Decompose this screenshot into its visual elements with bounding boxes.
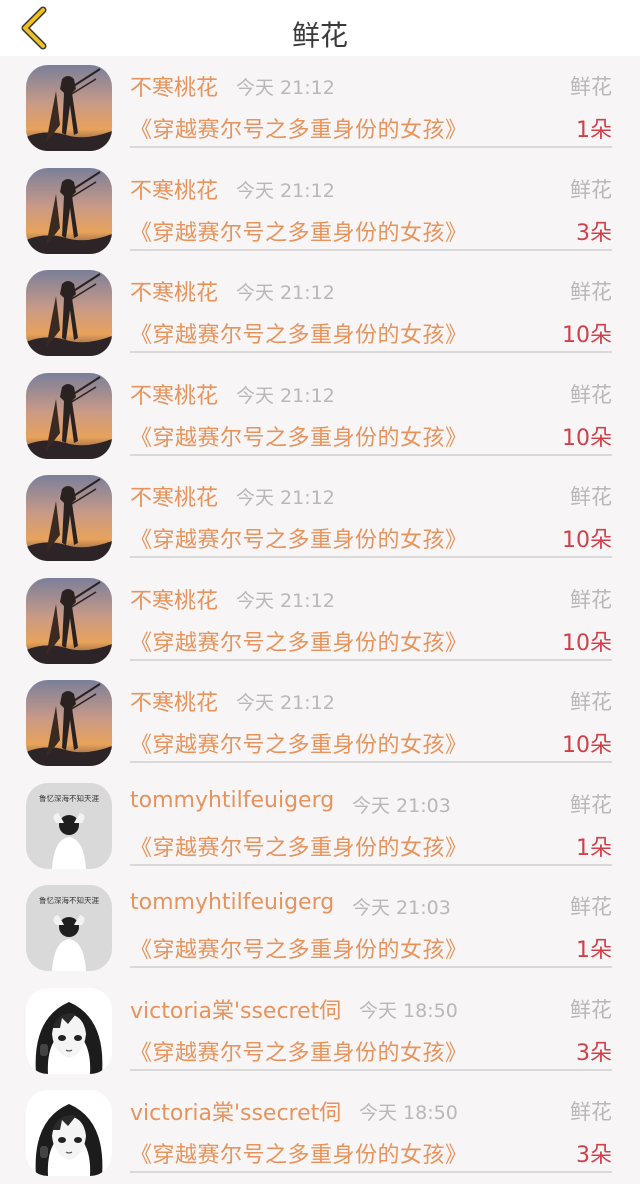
sender-name[interactable]: victoria棠'ssecret伺 — [130, 993, 341, 1025]
book-title[interactable]: 《穿越赛尔号之多重身份的女孩》 — [130, 522, 468, 554]
book-title[interactable]: 《穿越赛尔号之多重身份的女孩》 — [130, 317, 468, 349]
gift-type-label: 鲜花 — [570, 1100, 612, 1124]
book-title[interactable]: 《穿越赛尔号之多重身份的女孩》 — [130, 1137, 468, 1169]
divider — [130, 146, 612, 148]
avatar[interactable] — [26, 270, 112, 356]
sender-name[interactable]: 不寒桃花 — [130, 480, 218, 512]
avatar[interactable] — [26, 475, 112, 561]
avatar[interactable] — [26, 167, 112, 254]
book-title[interactable]: 《穿越赛尔号之多重身份的女孩》 — [130, 112, 468, 144]
avatar[interactable] — [26, 372, 112, 459]
list-item[interactable]: 不寒桃花 今天 21:12 鲜花 《穿越赛尔号之多重身份的女孩》 10朵 — [0, 671, 640, 774]
timestamp: 今天 21:12 — [236, 77, 335, 99]
timestamp: 今天 18:50 — [359, 1102, 458, 1124]
divider — [130, 556, 612, 558]
list-item[interactable]: 不寒桃花 今天 21:12 鲜花 《穿越赛尔号之多重身份的女孩》 10朵 — [0, 261, 640, 364]
book-title[interactable]: 《穿越赛尔号之多重身份的女孩》 — [130, 1035, 468, 1067]
list-item[interactable]: 不寒桃花 今天 21:12 鲜花 《穿越赛尔号之多重身份的女孩》 10朵 — [0, 466, 640, 569]
divider — [130, 351, 612, 353]
avatar[interactable] — [26, 65, 112, 151]
divider — [130, 658, 612, 661]
timestamp: 今天 18:50 — [359, 999, 458, 1022]
divider — [130, 761, 612, 763]
gift-count: 3朵 — [576, 1143, 612, 1168]
avatar-caption: 鲁忆深海不知天涯 — [39, 895, 99, 905]
book-title[interactable]: 《穿越赛尔号之多重身份的女孩》 — [130, 830, 468, 862]
sender-name[interactable]: 不寒桃花 — [130, 275, 218, 307]
gift-count: 10朵 — [562, 528, 612, 553]
gift-record-list: 不寒桃花 今天 21:12 鲜花 《穿越赛尔号之多重身份的女孩》 1朵 不寒桃花… — [0, 56, 640, 1184]
avatar[interactable] — [26, 577, 112, 664]
sender-name[interactable]: 不寒桃花 — [130, 378, 218, 410]
sender-name[interactable]: 不寒桃花 — [130, 173, 218, 205]
gift-count: 1朵 — [576, 835, 612, 861]
book-title[interactable]: 《穿越赛尔号之多重身份的女孩》 — [130, 625, 468, 657]
avatar[interactable] — [26, 680, 112, 766]
gift-type-label: 鲜花 — [570, 792, 612, 817]
gift-count: 1朵 — [576, 118, 612, 143]
gift-type-label: 鲜花 — [570, 485, 612, 509]
divider — [130, 453, 612, 456]
divider — [130, 966, 612, 968]
list-item[interactable]: 鲁忆深海不知天涯 tommyhtilfeuigerg 今天 21:03 鲜花 《… — [0, 876, 640, 979]
list-item[interactable]: 不寒桃花 今天 21:12 鲜花 《穿越赛尔号之多重身份的女孩》 3朵 — [0, 159, 640, 262]
avatar[interactable] — [26, 987, 112, 1074]
list-item[interactable]: 鲁忆深海不知天涯 tommyhtilfeuigerg 今天 21:03 鲜花 《… — [0, 774, 640, 877]
gift-type-label: 鲜花 — [570, 997, 612, 1022]
list-item[interactable]: victoria棠'ssecret伺 今天 18:50 鲜花 《穿越赛尔号之多重… — [0, 979, 640, 1082]
list-item[interactable]: victoria棠'ssecret伺 今天 18:50 鲜花 《穿越赛尔号之多重… — [0, 1081, 640, 1184]
sender-name[interactable]: 不寒桃花 — [130, 685, 218, 717]
book-title[interactable]: 《穿越赛尔号之多重身份的女孩》 — [130, 420, 468, 452]
gift-count: 10朵 — [562, 733, 612, 758]
gift-count: 10朵 — [562, 323, 612, 348]
timestamp: 今天 21:03 — [352, 897, 451, 919]
gift-count: 10朵 — [562, 425, 612, 451]
avatar-caption: 鲁忆深海不知天涯 — [39, 793, 99, 803]
avatar[interactable]: 鲁忆深海不知天涯 — [26, 782, 112, 869]
back-button[interactable] — [14, 6, 54, 50]
list-item[interactable]: 不寒桃花 今天 21:12 鲜花 《穿越赛尔号之多重身份的女孩》 1朵 — [0, 56, 640, 159]
gift-count: 10朵 — [562, 630, 612, 656]
sender-name[interactable]: 不寒桃花 — [130, 583, 218, 615]
avatar[interactable]: 鲁忆深海不知天涯 — [26, 885, 112, 971]
avatar[interactable] — [26, 1090, 112, 1176]
sender-name[interactable]: 不寒桃花 — [130, 70, 218, 102]
gift-count: 1朵 — [576, 938, 612, 963]
timestamp: 今天 21:12 — [236, 282, 335, 304]
timestamp: 今天 21:12 — [236, 384, 335, 407]
timestamp: 今天 21:03 — [352, 794, 451, 817]
gift-type-label: 鲜花 — [570, 75, 612, 99]
book-title[interactable]: 《穿越赛尔号之多重身份的女孩》 — [130, 727, 468, 759]
divider — [130, 248, 612, 251]
divider — [130, 1068, 612, 1071]
book-title[interactable]: 《穿越赛尔号之多重身份的女孩》 — [130, 932, 468, 964]
sender-name[interactable]: tommyhtilfeuigerg — [130, 788, 334, 813]
sender-name[interactable]: victoria棠'ssecret伺 — [130, 1095, 341, 1127]
sender-name[interactable]: tommyhtilfeuigerg — [130, 890, 334, 915]
timestamp: 今天 21:12 — [236, 179, 335, 202]
gift-count: 3朵 — [576, 1040, 612, 1066]
book-title[interactable]: 《穿越赛尔号之多重身份的女孩》 — [130, 215, 468, 247]
page-title: 鲜花 — [291, 19, 348, 52]
timestamp: 今天 21:12 — [236, 487, 335, 509]
list-item[interactable]: 不寒桃花 今天 21:12 鲜花 《穿越赛尔号之多重身份的女孩》 10朵 — [0, 569, 640, 672]
chevron-left-icon — [21, 6, 47, 50]
gift-type-label: 鲜花 — [570, 280, 612, 304]
gift-type-label: 鲜花 — [570, 895, 612, 919]
gift-type-label: 鲜花 — [570, 690, 612, 714]
gift-type-label: 鲜花 — [570, 587, 612, 612]
gift-type-label: 鲜花 — [570, 177, 612, 202]
divider — [130, 1171, 612, 1173]
gift-count: 3朵 — [576, 220, 612, 246]
list-item[interactable]: 不寒桃花 今天 21:12 鲜花 《穿越赛尔号之多重身份的女孩》 10朵 — [0, 364, 640, 467]
timestamp: 今天 21:12 — [236, 589, 335, 612]
top-bar: 鲜花 — [0, 0, 640, 56]
timestamp: 今天 21:12 — [236, 692, 335, 714]
divider — [130, 863, 612, 866]
gift-type-label: 鲜花 — [570, 382, 612, 407]
